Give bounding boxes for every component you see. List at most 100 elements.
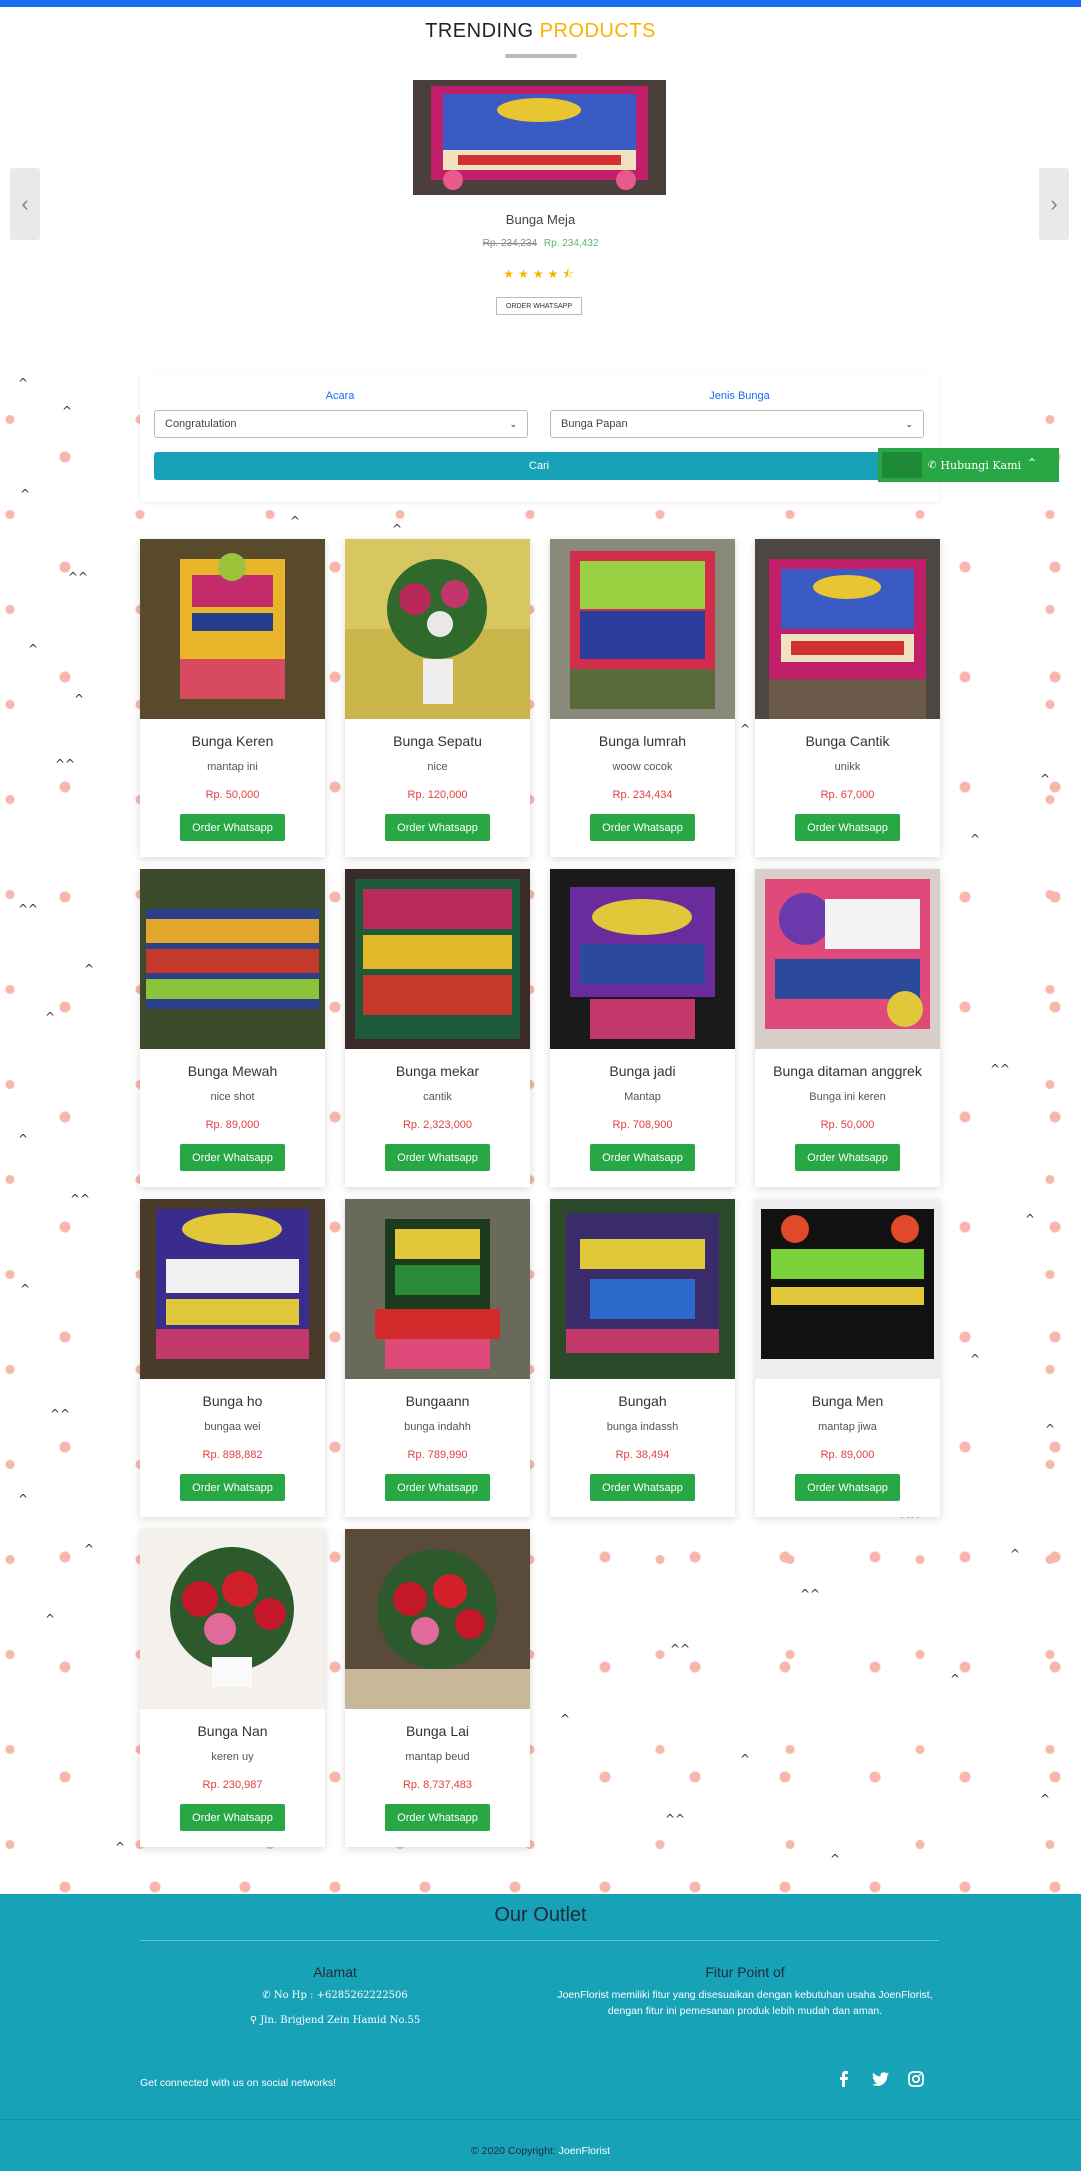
product-description: mantap beud xyxy=(405,1751,470,1763)
order-whatsapp-button[interactable]: Order Whatsapp xyxy=(385,1804,490,1831)
product-description: Bunga ini keren xyxy=(809,1091,886,1103)
jenis-bunga-select-value: Bunga Papan xyxy=(561,418,628,430)
order-whatsapp-button[interactable]: Order Whatsapp xyxy=(795,1144,900,1171)
pattern-caret: ^ xyxy=(18,1492,29,1506)
hubungi-kami-button[interactable]: ✆ Hubungi Kami ⌃ xyxy=(878,448,1059,482)
product-image[interactable] xyxy=(140,539,325,719)
star-half-icon: ⯪ xyxy=(562,267,578,281)
product-price: Rp. 120,000 xyxy=(407,789,468,801)
product-image[interactable] xyxy=(755,1199,940,1379)
product-card[interactable]: Bunga lumrah woow cocok Rp. 234,434 Orde… xyxy=(550,539,735,857)
phone-text: No Hp : +6285262222506 xyxy=(273,1990,408,2001)
top-accent-bar xyxy=(0,0,1081,7)
contact-button-badge xyxy=(882,452,922,478)
product-name: Bunga Mewah xyxy=(187,1063,278,1079)
order-whatsapp-button[interactable]: Order Whatsapp xyxy=(590,814,695,841)
product-card[interactable]: Bunga Nan keren uy Rp. 230,987 Order Wha… xyxy=(140,1529,325,1847)
star-icon: ★ xyxy=(503,267,519,281)
product-image[interactable] xyxy=(755,869,940,1049)
product-name: Bunga Men xyxy=(811,1393,884,1409)
product-image[interactable] xyxy=(345,869,530,1049)
jenis-bunga-select[interactable]: Bunga Papan ⌄ xyxy=(550,410,924,438)
order-whatsapp-button[interactable]: Order Whatsapp xyxy=(590,1144,695,1171)
trending-title: TRENDING PRODUCTS xyxy=(0,20,1081,43)
carousel-prev-button[interactable]: ‹ xyxy=(10,168,40,240)
product-description: unikk xyxy=(834,761,861,773)
copyright: © 2020 Copyright: JoenFlorist xyxy=(0,2145,1081,2157)
order-whatsapp-button[interactable]: Order Whatsapp xyxy=(795,1474,900,1501)
product-image[interactable] xyxy=(140,869,325,1049)
product-name: Bunga ho xyxy=(202,1393,263,1409)
product-description: nice shot xyxy=(210,1091,255,1103)
outlet-title: Our Outlet xyxy=(494,1904,587,1926)
product-card[interactable]: Bunga Cantik unikk Rp. 67,000 Order What… xyxy=(755,539,940,857)
order-whatsapp-button[interactable]: Order Whatsapp xyxy=(385,814,490,841)
chevron-up-icon: ⌃ xyxy=(1026,456,1037,470)
pattern-caret: ^^ xyxy=(68,570,89,584)
pattern-caret: ^ xyxy=(1040,1792,1051,1806)
order-whatsapp-button[interactable]: Order Whatsapp xyxy=(180,1144,285,1171)
facebook-icon[interactable] xyxy=(835,2070,853,2088)
product-card[interactable]: Bungaann bunga indahh Rp. 789,990 Order … xyxy=(345,1199,530,1517)
hubungi-kami-label: Hubungi Kami xyxy=(940,458,1022,472)
product-image[interactable] xyxy=(345,1529,530,1709)
product-image[interactable] xyxy=(140,1529,325,1709)
product-description: bungaa wei xyxy=(204,1421,261,1433)
trending-title-accent: PRODUCTS xyxy=(539,20,656,42)
product-image[interactable] xyxy=(345,1199,530,1379)
product-description: woow cocok xyxy=(612,761,673,773)
product-card[interactable]: Bunga mekar cantik Rp. 2,323,000 Order W… xyxy=(345,869,530,1187)
product-card[interactable]: Bunga Keren mantap ini Rp. 50,000 Order … xyxy=(140,539,325,857)
phone-icon: ✆ xyxy=(262,1990,274,2001)
product-price: Rp. 8,737,483 xyxy=(402,1779,473,1791)
product-card[interactable]: Bunga ditaman anggrek Bunga ini keren Rp… xyxy=(755,869,940,1187)
copyright-brand-link[interactable]: JoenFlorist xyxy=(559,2145,610,2157)
product-description: mantap jiwa xyxy=(818,1421,877,1433)
product-image[interactable] xyxy=(345,539,530,719)
product-price: Rp. 38,494 xyxy=(615,1449,670,1461)
instagram-icon[interactable] xyxy=(907,2070,925,2088)
pattern-caret: ^ xyxy=(290,514,301,528)
search-button[interactable]: Cari xyxy=(154,452,924,480)
product-card[interactable]: Bunga Lai mantap beud Rp. 8,737,483 Orde… xyxy=(345,1529,530,1847)
product-card[interactable]: Bunga Sepatu nice Rp. 120,000 Order What… xyxy=(345,539,530,857)
trending-order-button[interactable]: ORDER WHATSAPP xyxy=(496,297,582,315)
product-card[interactable]: Bunga Mewah nice shot Rp. 89,000 Order W… xyxy=(140,869,325,1187)
product-image[interactable] xyxy=(755,539,940,719)
product-name: Bunga ditaman anggrek xyxy=(773,1063,922,1079)
pattern-caret: ^ xyxy=(392,522,403,536)
address-text: Jln. Brigjend Zein Hamid No.55 xyxy=(260,2015,421,2026)
product-name: Bunga mekar xyxy=(395,1063,480,1079)
product-image[interactable] xyxy=(550,539,735,719)
product-image[interactable] xyxy=(550,1199,735,1379)
order-whatsapp-button[interactable]: Order Whatsapp xyxy=(385,1144,490,1171)
copyright-text: © 2020 Copyright: xyxy=(470,2145,556,2157)
map-marker-icon: ⚲ xyxy=(249,2015,261,2026)
twitter-icon[interactable] xyxy=(871,2070,889,2088)
product-name: Bunga Cantik xyxy=(805,733,890,749)
order-whatsapp-button[interactable]: Order Whatsapp xyxy=(180,1804,285,1831)
order-whatsapp-button[interactable]: Order Whatsapp xyxy=(385,1474,490,1501)
order-whatsapp-button[interactable]: Order Whatsapp xyxy=(180,814,285,841)
trending-product-image[interactable] xyxy=(413,80,666,195)
acara-select-value: Congratulation xyxy=(165,418,237,430)
pattern-caret: ^ xyxy=(970,832,981,846)
fitur-title: Fitur Point of xyxy=(705,1964,785,1980)
order-whatsapp-button[interactable]: Order Whatsapp xyxy=(590,1474,695,1501)
pattern-caret: ^ xyxy=(970,1352,981,1366)
product-card[interactable]: Bunga ho bungaa wei Rp. 898,882 Order Wh… xyxy=(140,1199,325,1517)
order-whatsapp-button[interactable]: Order Whatsapp xyxy=(795,814,900,841)
trending-product-prices: Rp. 234,234 Rp. 234,432 xyxy=(0,238,1081,249)
product-card[interactable]: Bungah bunga indassh Rp. 38,494 Order Wh… xyxy=(550,1199,735,1517)
product-image[interactable] xyxy=(140,1199,325,1379)
acara-select[interactable]: Congratulation ⌄ xyxy=(154,410,528,438)
product-card[interactable]: Bunga jadi Mantap Rp. 708,900 Order What… xyxy=(550,869,735,1187)
product-image[interactable] xyxy=(550,869,735,1049)
social-links xyxy=(835,2070,925,2088)
product-name: Bunga Sepatu xyxy=(393,733,482,749)
product-price: Rp. 789,990 xyxy=(407,1449,468,1461)
carousel-next-button[interactable]: › xyxy=(1039,168,1069,240)
product-card[interactable]: Bunga Men mantap jiwa Rp. 89,000 Order W… xyxy=(755,1199,940,1517)
order-whatsapp-button[interactable]: Order Whatsapp xyxy=(180,1474,285,1501)
product-price: Rp. 708,900 xyxy=(612,1119,673,1131)
